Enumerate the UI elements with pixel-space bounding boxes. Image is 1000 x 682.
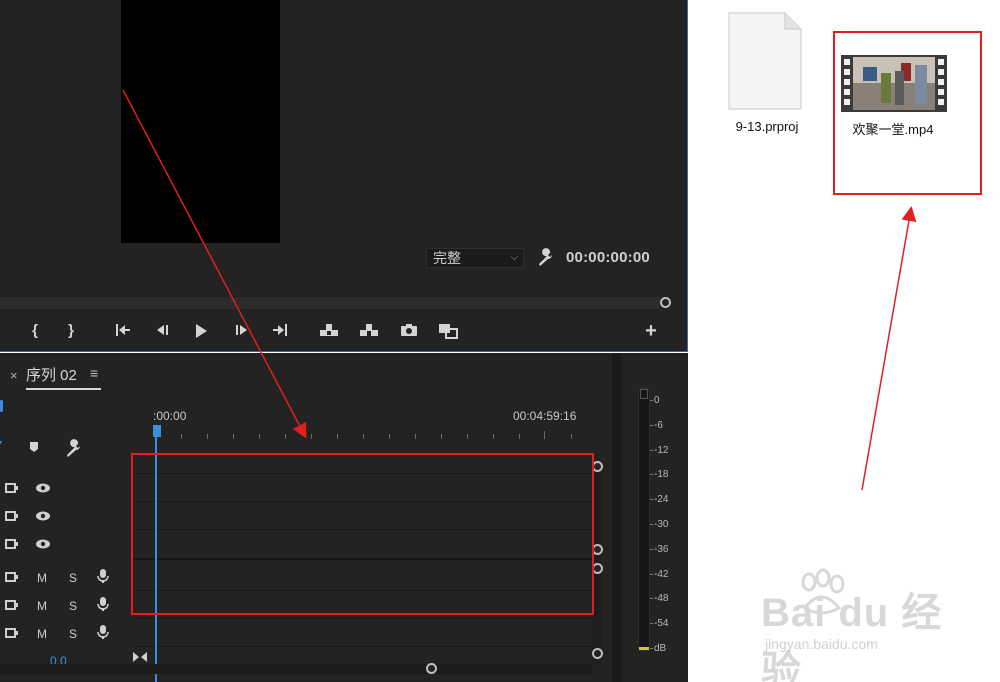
- playhead-handle[interactable]: [153, 425, 161, 437]
- document-icon: [728, 12, 802, 110]
- solo-button[interactable]: S: [69, 627, 77, 641]
- camera-icon[interactable]: [398, 321, 420, 341]
- ruler-start-time: :00:00: [153, 409, 187, 423]
- meter-tick: [650, 499, 653, 501]
- track-output-icon[interactable]: [5, 538, 19, 553]
- zoom-scroll-knob[interactable]: [426, 663, 437, 674]
- audio-track-row: M S: [0, 593, 132, 620]
- eye-icon[interactable]: [35, 538, 51, 553]
- meter-scale-label: 0: [654, 395, 660, 406]
- solo-button[interactable]: S: [69, 599, 77, 613]
- annotation-highlight-box: [833, 31, 982, 195]
- track-divider: [132, 618, 592, 619]
- track-divider: [132, 646, 592, 647]
- screenshot-stage: 完整 ⌵ 00:00:00:00 { } + × 序列 02 ≡:00:00 …: [0, 0, 1000, 682]
- meter-level: [639, 647, 649, 650]
- meter-tick: [650, 524, 653, 525]
- meter-scale-label: -24: [654, 494, 669, 506]
- meter-tick: [650, 573, 653, 575]
- panel-menu-icon[interactable]: ≡: [90, 365, 98, 381]
- mute-button[interactable]: M: [37, 627, 47, 641]
- step-forward-button[interactable]: [231, 321, 253, 341]
- audio-meter-panel: 0 -6 -12 -18 -24 -30 -36 -42 -48 -54 dB: [622, 353, 688, 682]
- video-track-row: [0, 476, 132, 503]
- fit-dropdown-value: 完整: [433, 250, 461, 266]
- meter-tick: [650, 424, 653, 426]
- ruler-end-time: 00:04:59:16: [513, 409, 577, 423]
- track-output-icon[interactable]: [5, 627, 19, 642]
- lift-button[interactable]: [318, 321, 340, 341]
- project-file-item[interactable]: [727, 12, 807, 117]
- video-track-row: [0, 532, 132, 559]
- meter-scale-label: -12: [654, 444, 669, 456]
- playhead-indicator-edge: [0, 400, 3, 412]
- go-to-in-button[interactable]: [112, 321, 134, 341]
- audio-track-row: M S: [0, 565, 132, 592]
- chevron-down-icon: ⌵: [510, 252, 518, 263]
- timeline-settings-wrench-icon[interactable]: [64, 439, 84, 459]
- add-button-icon[interactable]: +: [640, 321, 662, 341]
- eye-icon[interactable]: [35, 510, 51, 525]
- mute-button[interactable]: M: [37, 599, 47, 613]
- track-output-icon[interactable]: [5, 510, 19, 525]
- meter-scale-label: dB: [654, 643, 667, 654]
- meter-tick: [650, 598, 653, 600]
- meter-scale-label: -6: [654, 419, 663, 431]
- audio-meter-bar: [638, 388, 650, 651]
- meter-scale-label: -18: [654, 469, 669, 481]
- mark-out-button[interactable]: }: [60, 321, 82, 341]
- meter-tick: [650, 623, 653, 625]
- scroll-knob[interactable]: [592, 648, 603, 659]
- meter-scale-label: -30: [654, 519, 669, 530]
- watermark-text: Bai du 经验: [761, 591, 943, 682]
- meter-tick: [650, 548, 653, 550]
- track-output-icon[interactable]: [5, 571, 19, 586]
- close-tab-icon[interactable]: ×: [10, 368, 18, 383]
- meter-tick: [650, 400, 653, 401]
- add-marker-icon[interactable]: [26, 439, 46, 459]
- microphone-icon[interactable]: [97, 624, 109, 643]
- panel-gutter: [612, 353, 622, 682]
- file-explorer: 9-13.prproj 欢聚一堂.mp4 Bai du 经验 jingyan.b…: [689, 0, 1000, 682]
- meter-tick: [650, 449, 653, 451]
- watermark-url: jingyan.baidu.com: [765, 636, 878, 652]
- microphone-icon[interactable]: [97, 568, 109, 587]
- video-track-row: [0, 504, 132, 531]
- meter-tick: [650, 648, 653, 649]
- mute-button[interactable]: M: [37, 571, 47, 585]
- solo-button[interactable]: S: [69, 571, 77, 585]
- scrub-handle[interactable]: [660, 297, 671, 308]
- meter-tick: [650, 474, 653, 476]
- snap-icon[interactable]: [0, 439, 14, 459]
- eye-icon[interactable]: [35, 482, 51, 497]
- track-output-icon[interactable]: [5, 599, 19, 614]
- monitor-scrub-bar[interactable]: [0, 297, 660, 309]
- audio-track-row: M S: [0, 621, 132, 648]
- file-name: 9-13.prproj: [735, 119, 799, 134]
- step-back-button[interactable]: [151, 321, 173, 341]
- meter-scale-label: -48: [654, 593, 669, 605]
- track-output-icon[interactable]: [5, 482, 19, 497]
- wrench-icon[interactable]: [536, 248, 556, 268]
- extract-button[interactable]: [358, 321, 380, 341]
- compare-view-button[interactable]: [437, 321, 459, 341]
- microphone-icon[interactable]: [97, 596, 109, 615]
- mark-in-button[interactable]: {: [24, 321, 46, 341]
- program-monitor-panel: 完整 ⌵ 00:00:00:00 { } +: [0, 0, 688, 352]
- annotation-highlight-box: [131, 453, 594, 615]
- baidu-watermark-logo: Bai du 经验 jingyan.baidu.com: [761, 568, 951, 682]
- fit-dropdown[interactable]: 完整 ⌵: [426, 248, 524, 268]
- timeline-panel: × 序列 02 ≡ :00:00 00:04:59:16 M S M S M S…: [0, 353, 612, 682]
- video-preview-frame: [121, 0, 280, 243]
- clip-indicator[interactable]: [640, 389, 648, 399]
- go-to-out-button[interactable]: [269, 321, 291, 341]
- play-button[interactable]: [190, 321, 212, 341]
- playhead-timecode[interactable]: 00:00:00:00: [566, 249, 650, 266]
- meter-scale-label: -54: [654, 618, 669, 630]
- time-ruler[interactable]: [155, 431, 580, 439]
- meter-scale-label: -36: [654, 543, 669, 555]
- meter-scale-label: -42: [654, 568, 669, 580]
- horizontal-scrollbar[interactable]: [0, 664, 592, 674]
